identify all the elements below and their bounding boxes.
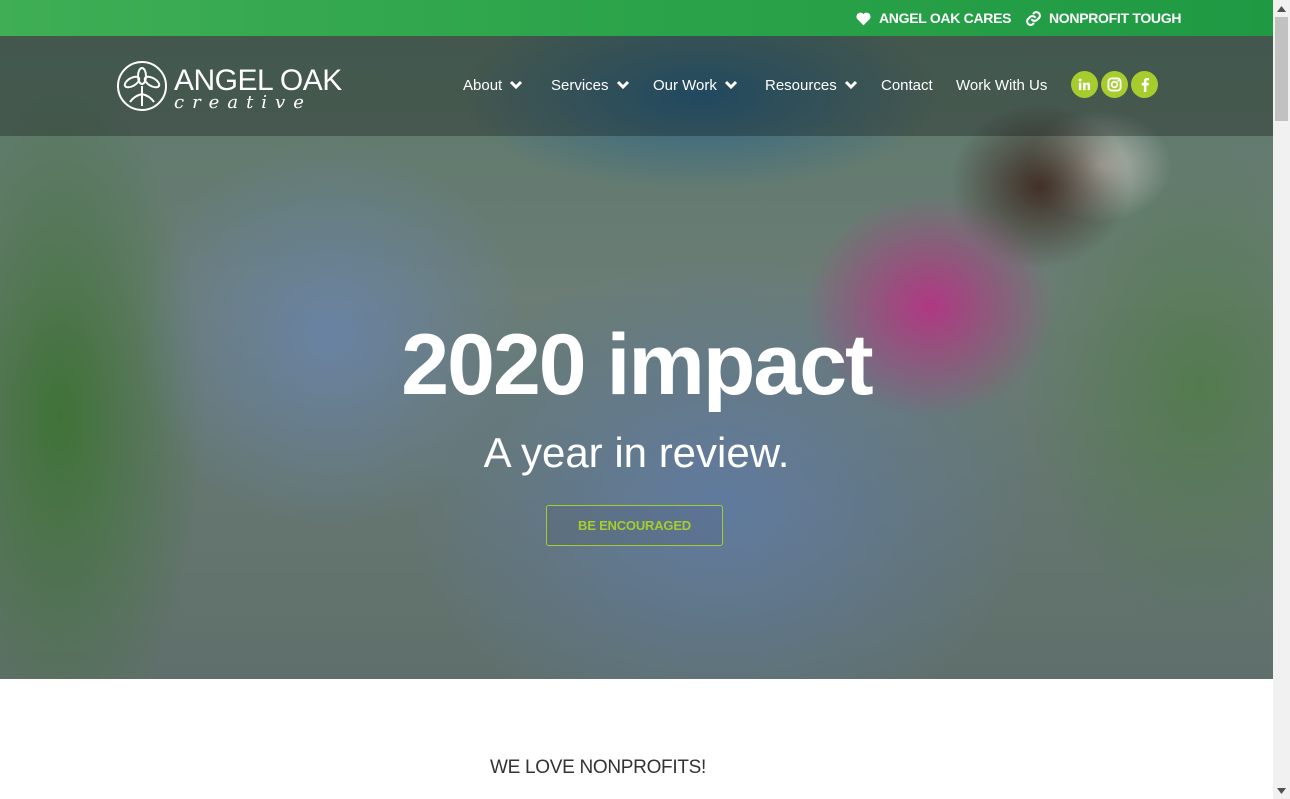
logo-name: ANGEL OAK <box>174 63 342 97</box>
instagram-icon[interactable] <box>1101 71 1128 98</box>
linkedin-icon[interactable] <box>1071 71 1098 98</box>
scroll-down-arrow-icon[interactable] <box>1273 782 1290 799</box>
link-icon <box>1025 10 1042 27</box>
hero-subtitle: A year in review. <box>483 429 790 476</box>
heart-icon <box>855 11 872 26</box>
nav-item-work-with-us[interactable]: Work With Us <box>956 72 1047 98</box>
nav-label-our-work: Our Work <box>653 76 717 94</box>
nav-item-about[interactable]: About <box>463 72 523 98</box>
hero-section: ANGEL OAK creative About Services Our Wo… <box>0 36 1273 679</box>
angel-oak-cares-label: ANGEL OAK CARES <box>879 10 1012 26</box>
nav-item-contact[interactable]: Contact <box>881 72 933 98</box>
facebook-icon[interactable] <box>1131 71 1158 98</box>
nonprofit-tough-label: NONPROFIT TOUGH <box>1049 10 1182 26</box>
scroll-up-arrow-icon[interactable] <box>1273 0 1290 17</box>
chevron-down-icon <box>724 77 738 94</box>
vertical-scrollbar[interactable] <box>1273 0 1290 799</box>
hero-title: 2020 impact <box>401 317 873 413</box>
chevron-down-icon <box>844 77 858 94</box>
angel-oak-cares-link[interactable]: ANGEL OAK CARES <box>855 0 1011 36</box>
site-header: ANGEL OAK creative About Services Our Wo… <box>0 36 1273 136</box>
nav-label-about: About <box>463 76 503 94</box>
section-heading: WE LOVE NONPROFITS! <box>490 757 706 778</box>
tree-logo-icon <box>116 60 168 117</box>
nav-label-resources: Resources <box>765 76 837 94</box>
chevron-down-icon <box>616 77 630 94</box>
page: ANGEL OAK CARES NONPROFIT TOUGH ANGEL OA… <box>0 0 1273 799</box>
nav-item-services[interactable]: Services <box>551 72 630 98</box>
nav-item-our-work[interactable]: Our Work <box>653 72 738 98</box>
site-logo[interactable]: ANGEL OAK creative <box>116 60 342 117</box>
nav-label-contact: Contact <box>881 76 933 94</box>
nav-label-services: Services <box>551 76 609 94</box>
nav-item-resources[interactable]: Resources <box>765 72 858 98</box>
nonprofit-tough-link[interactable]: NONPROFIT TOUGH <box>1025 0 1181 36</box>
top-bar: ANGEL OAK CARES NONPROFIT TOUGH <box>0 0 1273 36</box>
chevron-down-icon <box>509 77 523 94</box>
scrollbar-thumb[interactable] <box>1275 17 1288 121</box>
nav-label-work-with-us: Work With Us <box>956 76 1048 94</box>
be-encouraged-button[interactable]: BE ENCOURAGED <box>546 505 723 546</box>
